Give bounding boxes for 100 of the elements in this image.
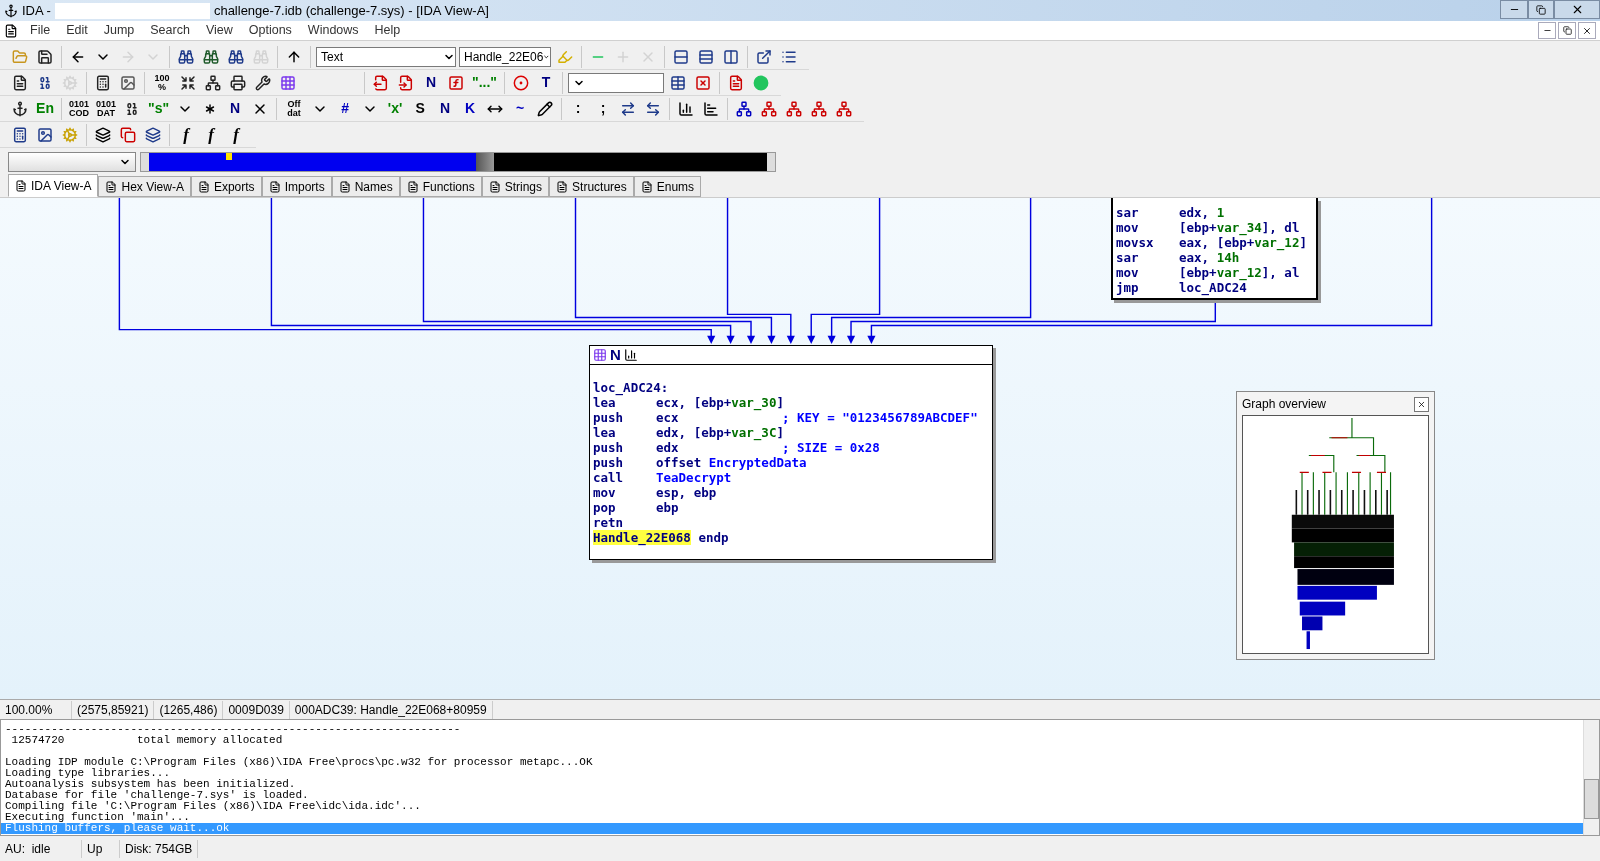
menu-item[interactable]: View [197, 21, 241, 40]
tab[interactable]: Exports [190, 176, 262, 197]
code-line: call TeaDecrypt [593, 470, 733, 484]
toolbar-button[interactable]: f [225, 123, 247, 146]
toolbar-button[interactable]: T [534, 71, 557, 94]
chart-icon[interactable] [623, 348, 638, 362]
code-line: mov [ebp+var_34], dl [1116, 219, 1301, 234]
status-field: (2575,85921) [72, 700, 155, 719]
panel-title: Graph overview [1242, 396, 1327, 413]
status-field: (1265,486) [154, 700, 224, 719]
restore-button[interactable] [1528, 0, 1554, 19]
tab-icon [406, 180, 419, 193]
tab-icon [640, 180, 653, 193]
code-line: movsx eax, [ebp+var_12] [1116, 235, 1308, 249]
tab[interactable]: Names [331, 176, 400, 197]
document-icon [4, 23, 18, 38]
segment-dropdown[interactable] [8, 151, 136, 172]
code-line: push offset EncryptedData [593, 455, 808, 469]
tab-icon [338, 180, 351, 193]
output-line: --------------------------------------------------------------------- [4, 724, 462, 735]
toolbar-button[interactable]: Off dat [282, 97, 307, 120]
code-line: retn [593, 515, 625, 529]
output-line: Loading IDP module C:\Program Files (x86)\IDA Free\procs\pc.w32 for processor metapc...OK [4, 757, 594, 768]
close-button[interactable] [1578, 22, 1596, 39]
tab-icon [556, 180, 569, 193]
output-line: Database for file 'challenge-7.sys' is loaded. [4, 790, 309, 801]
toolbar-button[interactable]: ; [592, 97, 615, 120]
toolbar-button[interactable]: N [434, 97, 457, 120]
toolbar-button[interactable]: K [459, 97, 482, 120]
output-line: Compiling file 'C:\Program Files (x86)\IDA Free\idc\ida.idc'... [4, 801, 422, 812]
menu-item[interactable]: Windows [299, 21, 367, 40]
code-line: mov [ebp+var_12], al [1116, 264, 1301, 279]
tab-icon [15, 179, 27, 192]
toolbar-button[interactable]: En [34, 97, 56, 120]
code-line: push edx ; SIZE = 0x28 [593, 440, 881, 454]
toolbar-button[interactable]: 100 % [150, 71, 174, 94]
dropdown[interactable]: Text [316, 46, 456, 67]
output-line: Executing function 'main'... [4, 812, 190, 823]
toolbar-button[interactable]: 'x' [384, 97, 407, 120]
tab-icon [268, 180, 281, 193]
code-label: loc_ADC24: [593, 379, 670, 394]
toolbar-button[interactable]: 0101 COD [67, 97, 91, 120]
menu-item[interactable]: Jump [95, 21, 143, 40]
toolbar-button[interactable]: # [334, 97, 357, 120]
menu-item[interactable]: File [22, 21, 59, 40]
output-line: Loading type libraries... [4, 768, 171, 779]
close-button[interactable] [1414, 396, 1429, 412]
restore-button[interactable] [1558, 22, 1576, 39]
toolbar-button[interactable]: f [200, 123, 222, 146]
tab[interactable]: Imports [261, 176, 332, 197]
code-line: sar eax, 14h [1116, 250, 1241, 264]
toolbar-button[interactable]: N [224, 97, 247, 120]
toolbar-button[interactable]: ~ [509, 97, 532, 120]
toolbar-button[interactable]: "..." [470, 71, 499, 94]
navigation-band[interactable] [140, 151, 776, 172]
code-line: sar edx, 1 [1116, 204, 1226, 219]
menu-item[interactable]: Search [142, 21, 198, 40]
status-field: AU: idle [0, 839, 82, 858]
toolbar-button[interactable]: : [567, 97, 590, 120]
tab[interactable]: IDA View-A [8, 174, 99, 197]
tab[interactable]: Strings [481, 176, 550, 197]
restore-icon [1536, 4, 1546, 15]
window-title: IDA - [22, 1, 51, 20]
code-line: push ecx ; KEY = "0123456789ABCDEF" [593, 410, 979, 424]
output-line: 12574720 total memory allocated [10, 735, 284, 746]
toolbar-button[interactable]: f [175, 123, 197, 146]
position-marker[interactable] [226, 152, 232, 160]
code-line: lea edx, [ebp+var_3C] [593, 425, 785, 439]
dropdown[interactable] [567, 72, 664, 93]
toolbar-button[interactable]: N [420, 71, 442, 94]
tab[interactable]: Functions [399, 176, 482, 197]
status-field: Disk: 754GB [120, 839, 199, 858]
toolbar-button[interactable]: "s" [146, 97, 172, 120]
tab-icon [105, 180, 118, 193]
restore-icon [1562, 26, 1572, 35]
tab[interactable]: Hex View-A [98, 176, 191, 197]
code-line: lea ecx, [ebp+var_30] [593, 395, 785, 409]
dropdown[interactable]: Handle_22E06 [459, 46, 551, 67]
tab-icon [197, 180, 210, 193]
menu-item[interactable]: Help [366, 21, 409, 40]
status-field: 100.00% [0, 700, 72, 719]
window-title: challenge-7.idb (challenge-7.sys) - [IDA View-A] [213, 1, 489, 20]
app-icon [4, 3, 18, 18]
status-field: 0009D039 [223, 700, 290, 719]
tab[interactable]: Enums [633, 176, 702, 197]
color-grid-icon[interactable] [593, 348, 607, 362]
code-line: jmp loc_ADC24 [1116, 280, 1247, 294]
tab[interactable]: Structures [549, 176, 634, 197]
toolbar-button[interactable]: 0101 DAT [94, 97, 118, 120]
close-icon [1582, 25, 1592, 36]
toolbar-button[interactable]: S [409, 97, 432, 120]
tab-icon [488, 180, 501, 193]
menu-item[interactable]: Edit [58, 21, 96, 40]
names-button[interactable]: N [610, 343, 621, 367]
scrollbar[interactable] [1583, 720, 1599, 835]
code-line: Handle_22E068 endp [593, 529, 730, 544]
status-field: 000ADC39: Handle_22E068+80959 [289, 700, 493, 719]
status-field: Up [82, 839, 120, 858]
menu-item[interactable]: Options [240, 21, 300, 40]
close-icon [1417, 399, 1426, 409]
